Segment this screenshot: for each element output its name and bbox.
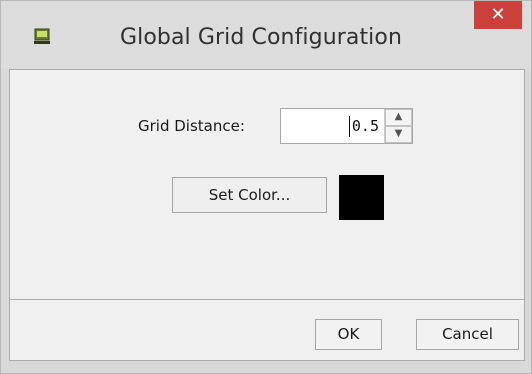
dialog-title: Global Grid Configuration <box>119 25 403 50</box>
color-swatch <box>339 175 384 220</box>
grid-distance-spinner[interactable]: 0.5 ▲ ▼ <box>280 108 413 144</box>
grid-distance-value[interactable]: 0.5 <box>352 117 379 135</box>
text-caret <box>349 116 350 137</box>
cancel-button[interactable]: Cancel <box>416 319 519 350</box>
grid-distance-label: Grid Distance: <box>138 117 245 135</box>
spin-up-icon[interactable]: ▲ <box>385 109 412 126</box>
dialog-window: Global Grid Configuration ✕ Grid Distanc… <box>0 0 532 374</box>
spin-down-icon[interactable]: ▼ <box>385 126 412 143</box>
set-color-button[interactable]: Set Color... <box>172 177 327 213</box>
title-bar[interactable]: Global Grid Configuration ✕ <box>1 1 531 68</box>
spin-buttons: ▲ ▼ <box>384 109 412 143</box>
ok-button[interactable]: OK <box>315 319 382 350</box>
close-button[interactable]: ✕ <box>474 1 522 29</box>
